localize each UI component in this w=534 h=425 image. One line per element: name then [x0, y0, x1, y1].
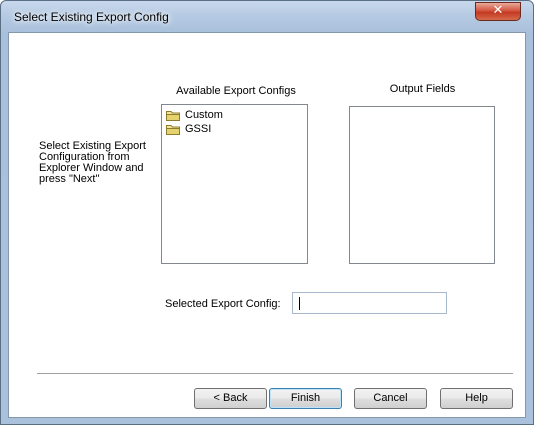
list-item-custom[interactable]: Custom	[166, 109, 223, 122]
available-configs-header: Available Export Configs	[176, 85, 296, 97]
instructions-text: Select Existing Export Configuration fro…	[39, 140, 146, 185]
folder-icon	[166, 124, 181, 135]
output-fields-list[interactable]	[349, 106, 495, 264]
selected-config-input[interactable]	[292, 292, 447, 314]
dialog-body: Select Existing Export Configuration fro…	[8, 32, 526, 418]
selected-config-label: Selected Export Config:	[165, 298, 281, 310]
back-button[interactable]: < Back	[194, 388, 267, 409]
title-bar[interactable]: Select Existing Export Config ✕	[1, 1, 533, 33]
available-configs-list[interactable]: Custom GSSI	[161, 104, 308, 264]
close-icon: ✕	[492, 3, 504, 18]
list-item-gssi[interactable]: GSSI	[166, 123, 211, 136]
finish-button[interactable]: Finish	[269, 388, 342, 409]
text-caret	[299, 297, 300, 310]
window-title: Select Existing Export Config	[14, 10, 169, 24]
help-button[interactable]: Help	[440, 388, 513, 409]
close-button[interactable]: ✕	[475, 2, 521, 21]
list-item-label: Custom	[185, 109, 223, 121]
separator	[37, 373, 513, 375]
folder-icon	[166, 110, 181, 121]
dialog-window: Select Existing Export Config ✕ Select E…	[0, 0, 534, 425]
list-item-label: GSSI	[185, 123, 212, 135]
output-fields-header: Output Fields	[389, 83, 456, 95]
cancel-button[interactable]: Cancel	[354, 388, 427, 409]
